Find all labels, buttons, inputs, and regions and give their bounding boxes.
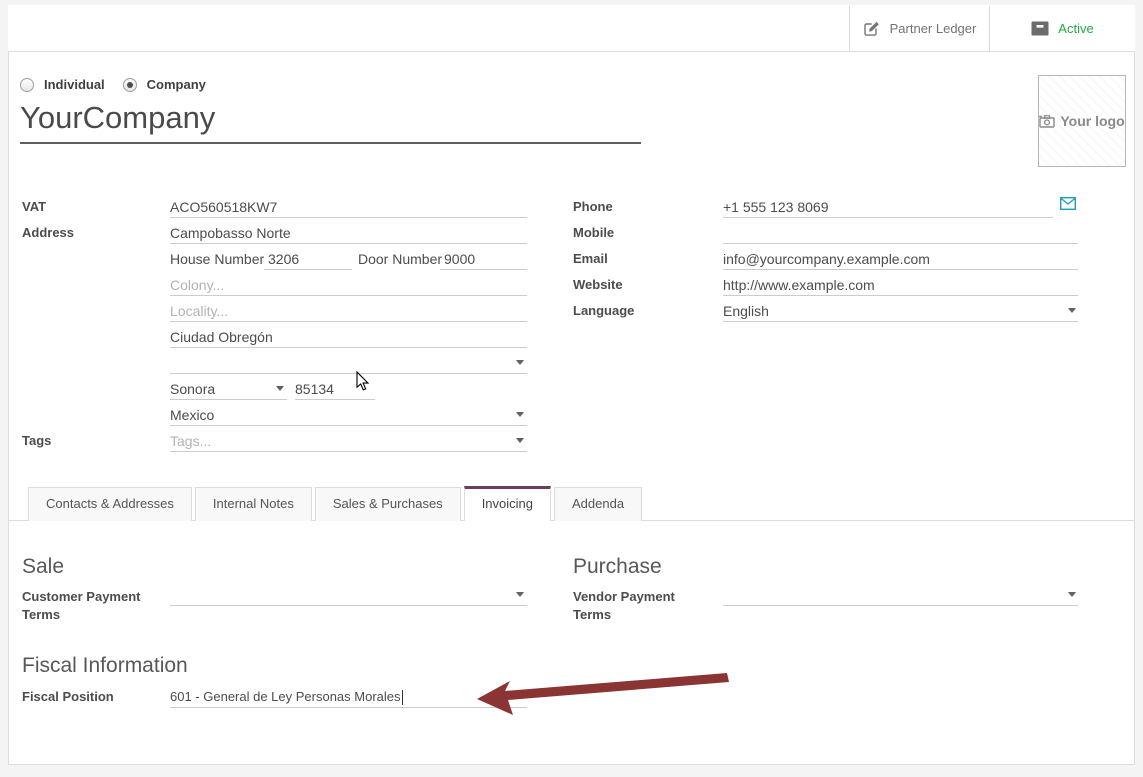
street-value: Campobasso Norte [170, 225, 291, 241]
country-dropdown[interactable]: Mexico [170, 405, 527, 426]
email-label: Email [573, 249, 608, 269]
phone-field[interactable]: +1 555 123 8069 [723, 197, 1053, 218]
language-dropdown[interactable]: English [723, 301, 1078, 322]
vat-field[interactable]: ACO560518KW7 [170, 197, 527, 218]
fiscal-information-heading: Fiscal Information [22, 654, 188, 678]
municipality-dropdown[interactable] [170, 353, 527, 374]
email-value: info@yourcompany.example.com [723, 251, 930, 267]
tab-sales-purchases[interactable]: Sales & Purchases [315, 487, 461, 521]
fiscal-position-value: 601 - General de Ley Personas Morales [170, 689, 401, 704]
door-number-label: Door Number [358, 249, 442, 269]
customer-payment-terms-dropdown[interactable] [170, 585, 527, 606]
street-field[interactable]: Campobasso Norte [170, 223, 527, 244]
active-label: Active [1058, 21, 1093, 36]
camera-icon [1039, 115, 1055, 128]
email-field[interactable]: info@yourcompany.example.com [723, 249, 1078, 270]
company-type-selector: Individual Company [20, 77, 214, 92]
vendor-payment-terms-dropdown[interactable] [723, 585, 1078, 606]
tags-field[interactable]: Tags... [170, 431, 527, 452]
state-dropdown[interactable]: Sonora [170, 379, 287, 400]
locality-field[interactable]: Locality... [170, 301, 527, 322]
country-value: Mexico [170, 407, 214, 423]
colony-placeholder: Colony... [170, 277, 224, 293]
website-field[interactable]: http://www.example.com [723, 275, 1078, 296]
tab-internal-notes[interactable]: Internal Notes [195, 487, 312, 521]
purchase-heading: Purchase [573, 555, 662, 579]
logo-placeholder-label: Your logo [1060, 113, 1124, 129]
tab-invoicing[interactable]: Invoicing [464, 486, 551, 521]
city-value: Ciudad Obregón [170, 329, 273, 345]
logo-upload[interactable]: Your logo [1038, 75, 1126, 167]
active-toggle-button[interactable]: Active [989, 6, 1135, 51]
partner-ledger-button[interactable]: Partner Ledger [849, 6, 989, 51]
tab-contacts-addresses[interactable]: Contacts & Addresses [28, 487, 192, 521]
language-value: English [723, 303, 769, 319]
annotation-arrow [440, 665, 740, 720]
language-label: Language [573, 301, 634, 321]
partner-ledger-label: Partner Ledger [890, 21, 977, 36]
website-label: Website [573, 275, 623, 295]
colony-field[interactable]: Colony... [170, 275, 527, 296]
chevron-down-icon[interactable] [276, 386, 284, 391]
mouse-cursor [356, 371, 370, 391]
edit-icon [863, 20, 881, 37]
archive-icon [1031, 21, 1049, 36]
chevron-down-icon[interactable] [1068, 308, 1076, 313]
vat-value: ACO560518KW7 [170, 199, 277, 215]
sale-heading: Sale [22, 555, 64, 579]
phone-label: Phone [573, 197, 613, 217]
door-number-value: 9000 [440, 251, 475, 267]
city-field[interactable]: Ciudad Obregón [170, 327, 527, 348]
website-value: http://www.example.com [723, 277, 875, 293]
chevron-down-icon[interactable] [1068, 592, 1076, 597]
tags-placeholder: Tags... [170, 433, 211, 449]
house-number-field[interactable]: 3206 [264, 249, 352, 270]
tab-addenda[interactable]: Addenda [554, 487, 642, 521]
zip-value: 85134 [295, 381, 334, 397]
company-name-input[interactable]: YourCompany [20, 100, 215, 136]
individual-radio[interactable] [20, 78, 34, 92]
customer-payment-terms-label: Customer Payment Terms [22, 588, 142, 624]
door-number-field[interactable]: 9000 [440, 249, 527, 270]
state-value: Sonora [170, 381, 215, 397]
mobile-label: Mobile [573, 223, 614, 243]
individual-radio-label[interactable]: Individual [44, 77, 105, 92]
chevron-down-icon[interactable] [516, 360, 524, 365]
fiscal-position-label: Fiscal Position [22, 687, 114, 707]
vat-label: VAT [22, 197, 46, 217]
text-caret [402, 690, 403, 705]
notebook-tabs: Contacts & Addresses Internal Notes Sale… [28, 487, 645, 521]
tags-label: Tags [22, 431, 51, 451]
address-label: Address [22, 223, 74, 243]
company-radio[interactable] [123, 78, 137, 92]
house-number-value: 3206 [264, 251, 299, 267]
chevron-down-icon[interactable] [516, 412, 524, 417]
chevron-down-icon[interactable] [516, 438, 524, 443]
company-name-underline [20, 142, 641, 144]
company-radio-label[interactable]: Company [147, 77, 206, 92]
mobile-field[interactable] [723, 223, 1078, 244]
locality-placeholder: Locality... [170, 303, 228, 319]
phone-value: +1 555 123 8069 [723, 199, 829, 215]
house-number-label: House Number [170, 249, 264, 269]
envelope-icon[interactable] [1060, 197, 1076, 210]
chevron-down-icon[interactable] [516, 592, 524, 597]
vendor-payment-terms-label: Vendor Payment Terms [573, 588, 693, 624]
